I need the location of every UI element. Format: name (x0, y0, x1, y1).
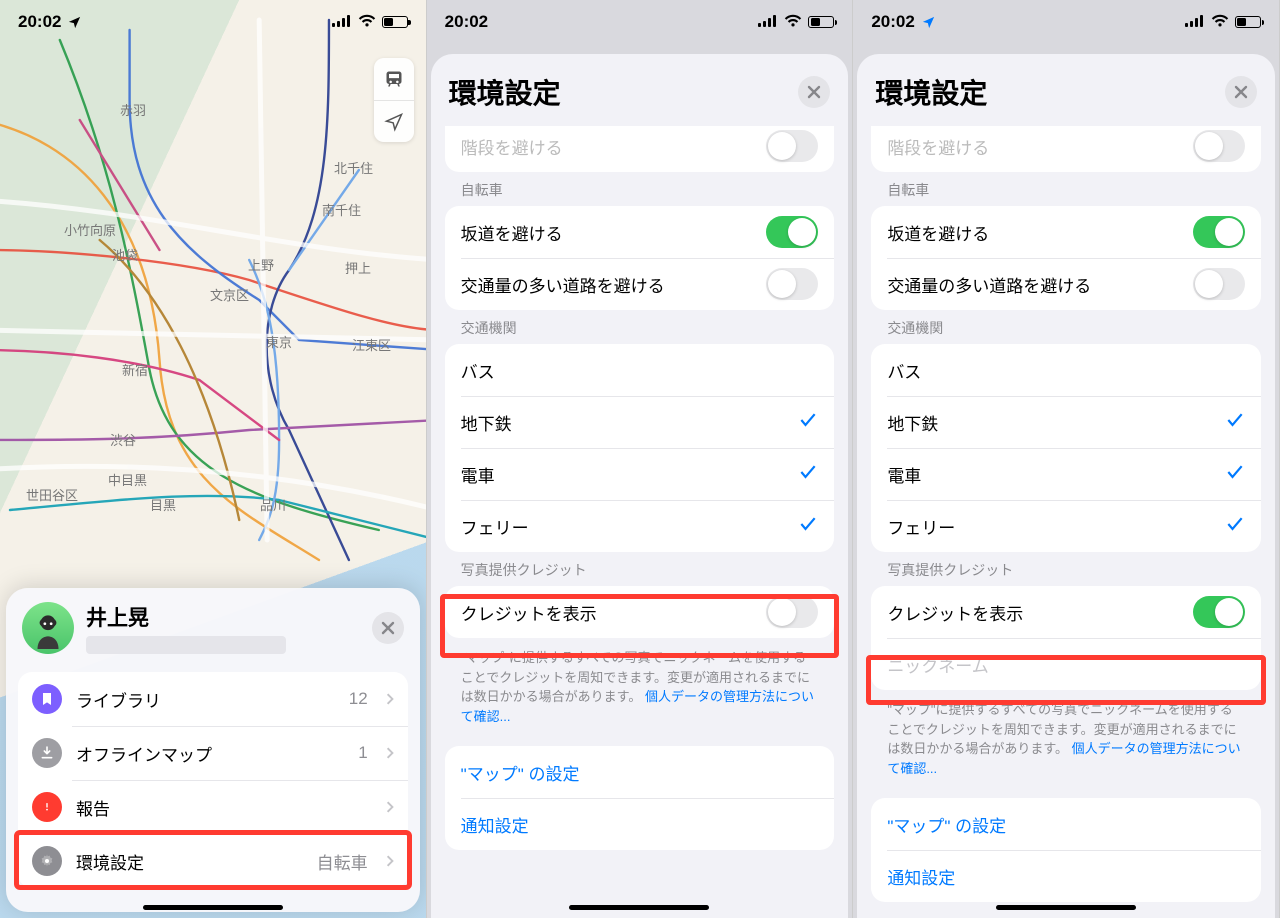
row-avoid-hills[interactable]: 坂道を避ける (445, 206, 835, 258)
profile-sheet: 井上晃 ライブラリ 12 オフラインマップ 1 報告 (6, 588, 420, 912)
settings-title: 環境設定 (449, 72, 561, 112)
wifi-icon (784, 12, 802, 32)
menu-report[interactable]: 報告 (18, 780, 408, 834)
toggle-avoid-hills[interactable] (1193, 216, 1245, 248)
chevron-right-icon (386, 692, 394, 706)
row-avoid-stairs[interactable]: 階段を避ける (445, 126, 835, 172)
transit-mode-button[interactable] (374, 58, 414, 100)
toggle-show-credit[interactable] (766, 596, 818, 628)
status-time: 20:02 (871, 12, 914, 32)
row-avoid-busy[interactable]: 交通量の多い道路を避ける (445, 258, 835, 310)
check-icon (1225, 410, 1245, 435)
section-photo-credit: 写真提供クレジット (857, 552, 1275, 586)
status-bar: 20:02 (0, 0, 426, 44)
panel-settings-credit-on: 20:02 環境設定 階段を避ける 自転車 坂道を避ける 交通量の多い道路を避け… (853, 0, 1280, 918)
report-icon (32, 792, 62, 822)
panel-map: 赤羽北千住南千住小竹向原池袋上野押上文京区東京新宿江東区渋谷中目黒世田谷区目黒品… (0, 0, 427, 918)
credit-description: "マップ"に提供するすべての写真でニックネームを使用することでクレジットを周知で… (857, 690, 1275, 782)
battery-icon (1235, 16, 1261, 28)
row-ferry[interactable]: フェリー (445, 500, 835, 552)
check-icon (798, 462, 818, 487)
wifi-icon (1211, 12, 1229, 32)
toggle-avoid-stairs[interactable] (766, 130, 818, 162)
battery-icon (382, 16, 408, 28)
status-bar: 20:02 (853, 0, 1279, 44)
row-subway[interactable]: 地下鉄 (871, 396, 1261, 448)
download-icon (32, 738, 62, 768)
section-photo-credit: 写真提供クレジット (431, 552, 849, 586)
toggle-avoid-busy[interactable] (766, 268, 818, 300)
check-icon (1225, 514, 1245, 539)
row-avoid-stairs[interactable]: 階段を避ける (871, 126, 1261, 172)
row-avoid-busy[interactable]: 交通量の多い道路を避ける (871, 258, 1261, 310)
chevron-right-icon (386, 746, 394, 760)
toggle-avoid-busy[interactable] (1193, 268, 1245, 300)
row-notification-settings[interactable]: 通知設定 (871, 850, 1261, 902)
home-indicator[interactable] (996, 905, 1136, 910)
check-icon (798, 410, 818, 435)
location-arrow-icon (921, 15, 936, 30)
row-nickname[interactable]: ニックネーム (871, 638, 1261, 690)
gear-icon (32, 846, 62, 876)
menu-library[interactable]: ライブラリ 12 (18, 672, 408, 726)
bookmark-icon (32, 684, 62, 714)
profile-menu: ライブラリ 12 オフラインマップ 1 報告 環境設定 自転車 (18, 672, 408, 888)
row-maps-settings[interactable]: "マップ" の設定 (445, 746, 835, 798)
check-icon (798, 514, 818, 539)
row-maps-settings[interactable]: "マップ" の設定 (871, 798, 1261, 850)
menu-settings[interactable]: 環境設定 自転車 (18, 834, 408, 888)
settings-title: 環境設定 (875, 72, 987, 112)
map-controls (374, 58, 414, 142)
section-transit: 交通機関 (431, 310, 849, 344)
section-bike: 自転車 (857, 172, 1275, 206)
wifi-icon (358, 12, 376, 32)
close-settings-button[interactable] (1225, 76, 1257, 108)
locate-me-button[interactable] (374, 100, 414, 142)
cellular-icon (1185, 12, 1205, 32)
row-train[interactable]: 電車 (871, 448, 1261, 500)
user-name: 井上晃 (86, 602, 360, 632)
settings-sheet: 環境設定 階段を避ける 自転車 坂道を避ける 交通量の多い道路を避ける 交通機関… (857, 54, 1275, 918)
status-bar: 20:02 (427, 0, 853, 44)
status-time: 20:02 (18, 12, 61, 32)
row-notification-settings[interactable]: 通知設定 (445, 798, 835, 850)
row-subway[interactable]: 地下鉄 (445, 396, 835, 448)
section-bike: 自転車 (431, 172, 849, 206)
row-ferry[interactable]: フェリー (871, 500, 1261, 552)
toggle-avoid-hills[interactable] (766, 216, 818, 248)
row-train[interactable]: 電車 (445, 448, 835, 500)
home-indicator[interactable] (569, 905, 709, 910)
battery-icon (808, 16, 834, 28)
nickname-input[interactable]: ニックネーム (887, 652, 1245, 677)
avatar[interactable] (22, 602, 74, 654)
cellular-icon (332, 12, 352, 32)
row-show-credit[interactable]: クレジットを表示 (871, 586, 1261, 638)
panel-settings-credit-off: 20:02 環境設定 階段を避ける 自転車 坂道を避ける 交通量の多い道路を避け… (427, 0, 854, 918)
row-bus[interactable]: バス (445, 344, 835, 396)
chevron-right-icon (386, 854, 394, 868)
settings-sheet: 環境設定 階段を避ける 自転車 坂道を避ける 交通量の多い道路を避ける 交通機関… (431, 54, 849, 918)
home-indicator[interactable] (143, 905, 283, 910)
check-icon (1225, 462, 1245, 487)
row-show-credit[interactable]: クレジットを表示 (445, 586, 835, 638)
row-bus[interactable]: バス (871, 344, 1261, 396)
toggle-show-credit[interactable] (1193, 596, 1245, 628)
toggle-avoid-stairs[interactable] (1193, 130, 1245, 162)
menu-offline-maps[interactable]: オフラインマップ 1 (18, 726, 408, 780)
row-avoid-hills[interactable]: 坂道を避ける (871, 206, 1261, 258)
credit-description: "マップ"に提供するすべての写真でニックネームを使用することでクレジットを周知で… (431, 638, 849, 730)
user-subtitle-redacted (86, 636, 286, 654)
chevron-right-icon (386, 800, 394, 814)
cellular-icon (758, 12, 778, 32)
location-arrow-icon (67, 15, 82, 30)
status-time: 20:02 (445, 12, 488, 32)
close-settings-button[interactable] (798, 76, 830, 108)
close-sheet-button[interactable] (372, 612, 404, 644)
section-transit: 交通機関 (857, 310, 1275, 344)
